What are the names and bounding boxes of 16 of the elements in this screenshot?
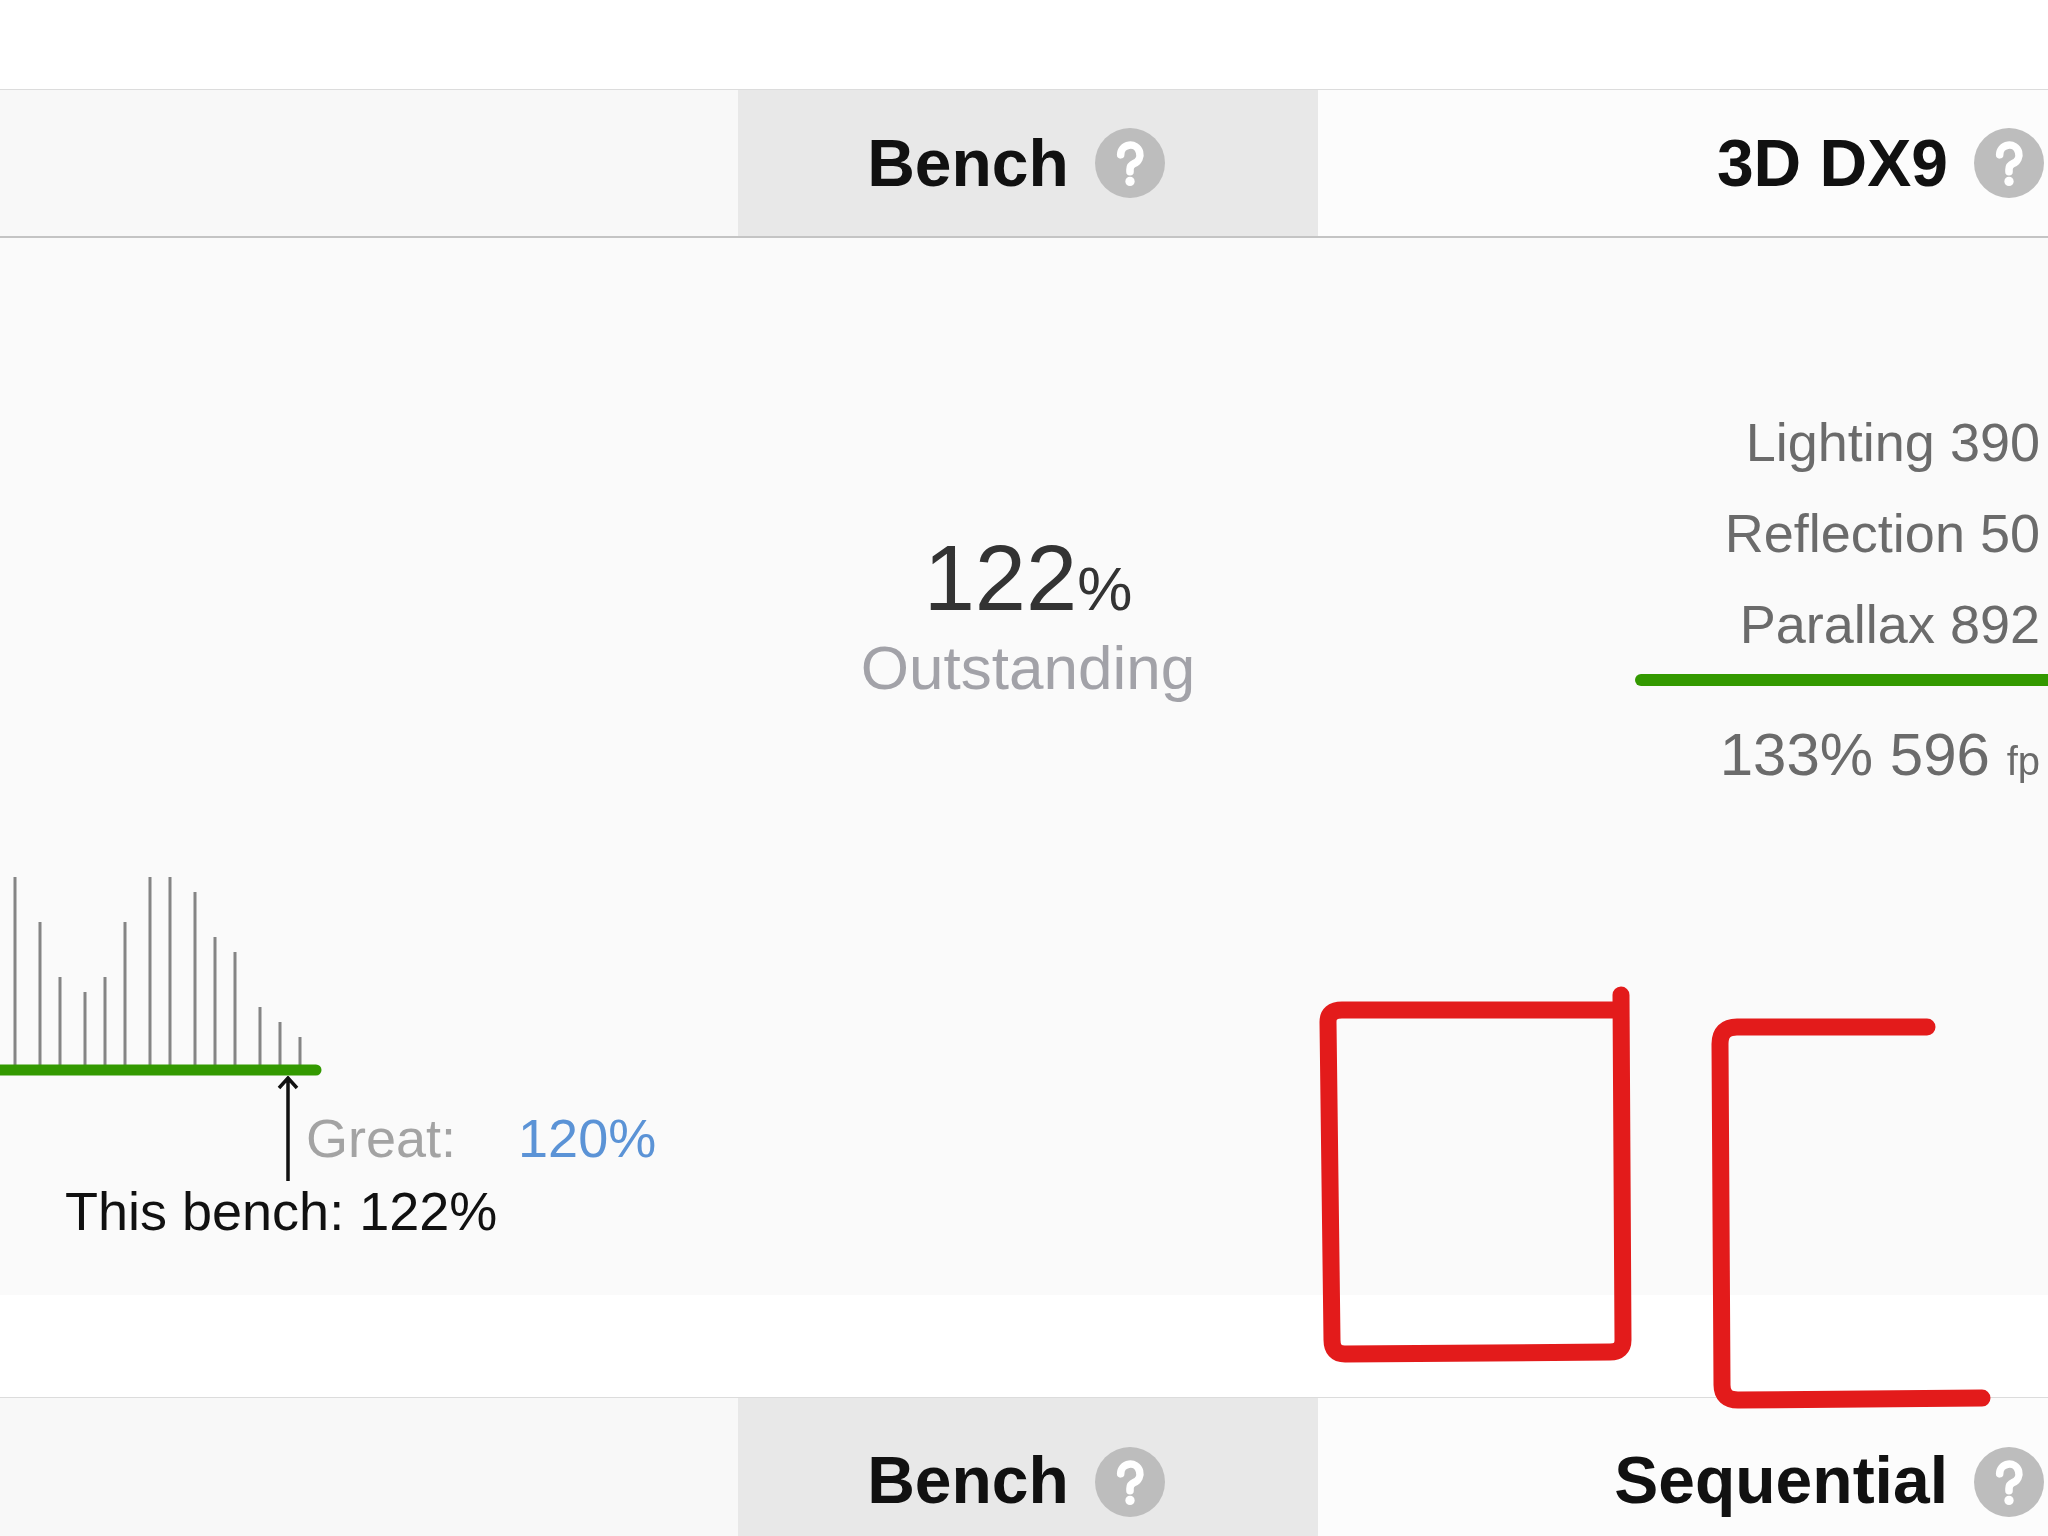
help-icon[interactable] [1974, 1447, 2044, 1517]
column-title: Bench [867, 1447, 1069, 1513]
help-icon[interactable] [1094, 128, 1165, 198]
threshold-label: Great: [306, 1111, 457, 1165]
column-title: Bench [867, 130, 1069, 196]
subtest-result: Lighting 390 [1745, 411, 2040, 474]
help-icon[interactable] [1094, 1447, 1165, 1517]
score-value: 122% [923, 532, 1133, 624]
help-icon[interactable] [1974, 128, 2044, 198]
subtest-result: Parallax 892 [1739, 593, 2040, 656]
column-title: 3D DX9 [1716, 130, 1948, 196]
up-arrow-icon [276, 1076, 300, 1182]
threshold-value: 120% [518, 1111, 657, 1165]
bench-marker-label: This bench: 122% [65, 1184, 498, 1238]
subtest-result: Reflection 50 [1724, 502, 2040, 565]
fps-result: 133% 596 fp [1719, 725, 2040, 785]
